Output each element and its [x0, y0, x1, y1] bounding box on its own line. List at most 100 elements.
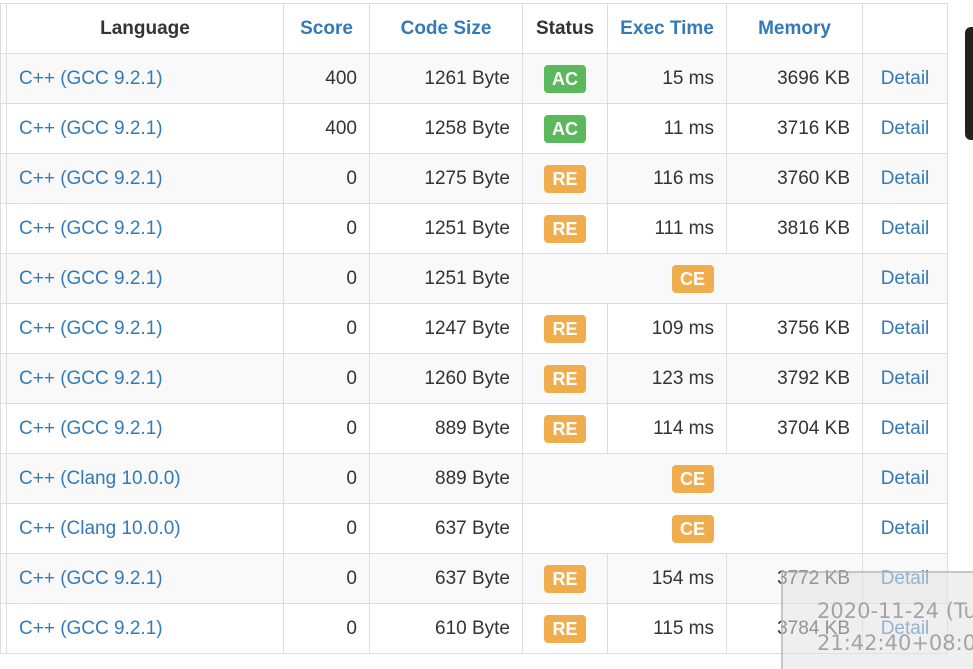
- detail-cell: Detail: [862, 153, 948, 204]
- status-badge: AC: [544, 64, 586, 93]
- header-language: Language: [6, 3, 284, 54]
- exec-time-cell: 116 ms: [607, 153, 727, 204]
- language-cell: C++ (GCC 9.2.1): [6, 253, 284, 304]
- code-size-cell: 1261 Byte: [369, 53, 523, 104]
- exec-time-cell: 15 ms: [607, 53, 727, 104]
- language-cell: C++ (Clang 10.0.0): [6, 453, 284, 504]
- language-cell: C++ (GCC 9.2.1): [6, 203, 284, 254]
- language-cell: C++ (GCC 9.2.1): [6, 553, 284, 604]
- memory-cell: 3756 KB: [726, 303, 863, 354]
- header-detail: [862, 3, 948, 54]
- score-cell: 0: [283, 203, 370, 254]
- side-scroll-widget[interactable]: [965, 27, 973, 140]
- header-exec-time[interactable]: Exec Time: [607, 3, 727, 54]
- overlay-time-text: 21:42:40+08:0: [817, 631, 973, 655]
- score-cell: 0: [283, 353, 370, 404]
- exec-time-cell: 109 ms: [607, 303, 727, 354]
- header-code-size[interactable]: Code Size: [369, 3, 523, 54]
- table-header-row: Language Score Code Size Status Exec Tim…: [0, 3, 948, 54]
- overlay-date-text: 2020-11-24 (Tu: [817, 599, 973, 623]
- detail-cell: Detail: [862, 303, 948, 354]
- status-cell: CE: [522, 453, 863, 504]
- status-badge: CE: [671, 464, 714, 493]
- memory-cell: 3716 KB: [726, 103, 863, 154]
- code-size-cell: 889 Byte: [369, 403, 523, 454]
- language-link[interactable]: C++ (GCC 9.2.1): [19, 168, 163, 189]
- status-badge: RE: [544, 164, 586, 193]
- score-cell: 0: [283, 303, 370, 354]
- language-link[interactable]: C++ (GCC 9.2.1): [19, 368, 163, 389]
- language-cell: C++ (GCC 9.2.1): [6, 603, 284, 654]
- language-link[interactable]: C++ (Clang 10.0.0): [19, 518, 181, 539]
- exec-time-cell: 111 ms: [607, 203, 727, 254]
- language-link[interactable]: C++ (GCC 9.2.1): [19, 268, 163, 289]
- detail-link[interactable]: Detail: [881, 268, 930, 289]
- detail-cell: Detail: [862, 503, 948, 554]
- detail-cell: Detail: [862, 453, 948, 504]
- table-row: C++ (GCC 9.2.1) 0 889 Byte RE 114 ms 3704 KB D…: [0, 403, 948, 454]
- detail-link[interactable]: Detail: [881, 218, 930, 239]
- timestamp-overlay: 2020-11-24 (Tu 21:42:40+08:0: [781, 571, 973, 669]
- code-size-cell: 1251 Byte: [369, 253, 523, 304]
- exec-time-cell: 114 ms: [607, 403, 727, 454]
- detail-link[interactable]: Detail: [881, 318, 930, 339]
- language-cell: C++ (GCC 9.2.1): [6, 403, 284, 454]
- score-cell: 0: [283, 153, 370, 204]
- exec-time-cell: 115 ms: [607, 603, 727, 654]
- status-cell: CE: [522, 253, 863, 304]
- language-link[interactable]: C++ (GCC 9.2.1): [19, 68, 163, 89]
- code-size-cell: 1251 Byte: [369, 203, 523, 254]
- status-cell: RE: [522, 153, 608, 204]
- detail-link[interactable]: Detail: [881, 518, 930, 539]
- table-row: C++ (Clang 10.0.0) 0 637 Byte CE Detail: [0, 503, 948, 554]
- language-link[interactable]: C++ (GCC 9.2.1): [19, 568, 163, 589]
- detail-link[interactable]: Detail: [881, 68, 930, 89]
- language-link[interactable]: C++ (GCC 9.2.1): [19, 618, 163, 639]
- code-size-cell: 610 Byte: [369, 603, 523, 654]
- status-badge: RE: [544, 314, 586, 343]
- score-cell: 0: [283, 403, 370, 454]
- score-cell: 400: [283, 103, 370, 154]
- score-cell: 400: [283, 53, 370, 104]
- header-score[interactable]: Score: [283, 3, 370, 54]
- submissions-page: Language Score Code Size Status Exec Tim…: [0, 0, 973, 669]
- table-row: C++ (GCC 9.2.1) 0 1247 Byte RE 109 ms 3756 KB…: [0, 303, 948, 354]
- score-cell: 0: [283, 503, 370, 554]
- submissions-table-body: C++ (GCC 9.2.1) 400 1261 Byte AC 15 ms 3696 K…: [0, 53, 948, 654]
- detail-cell: Detail: [862, 53, 948, 104]
- language-link[interactable]: C++ (GCC 9.2.1): [19, 318, 163, 339]
- detail-link[interactable]: Detail: [881, 368, 930, 389]
- detail-cell: Detail: [862, 203, 948, 254]
- memory-cell: 3792 KB: [726, 353, 863, 404]
- language-cell: C++ (GCC 9.2.1): [6, 153, 284, 204]
- detail-link[interactable]: Detail: [881, 168, 930, 189]
- code-size-cell: 1275 Byte: [369, 153, 523, 204]
- header-memory[interactable]: Memory: [726, 3, 863, 54]
- language-link[interactable]: C++ (GCC 9.2.1): [19, 418, 163, 439]
- status-badge: RE: [544, 364, 586, 393]
- language-link[interactable]: C++ (GCC 9.2.1): [19, 118, 163, 139]
- status-cell: RE: [522, 303, 608, 354]
- detail-link[interactable]: Detail: [881, 418, 930, 439]
- header-status: Status: [522, 3, 608, 54]
- status-cell: RE: [522, 603, 608, 654]
- language-link[interactable]: C++ (Clang 10.0.0): [19, 468, 181, 489]
- score-cell: 0: [283, 253, 370, 304]
- status-badge: RE: [544, 614, 586, 643]
- detail-link[interactable]: Detail: [881, 118, 930, 139]
- language-cell: C++ (GCC 9.2.1): [6, 103, 284, 154]
- language-link[interactable]: C++ (GCC 9.2.1): [19, 218, 163, 239]
- status-badge: CE: [671, 264, 714, 293]
- code-size-cell: 889 Byte: [369, 453, 523, 504]
- table-row: C++ (GCC 9.2.1) 0 1260 Byte RE 123 ms 3792 KB…: [0, 353, 948, 404]
- status-badge: RE: [544, 414, 586, 443]
- status-badge: CE: [671, 514, 714, 543]
- status-cell: CE: [522, 503, 863, 554]
- code-size-cell: 1247 Byte: [369, 303, 523, 354]
- detail-link[interactable]: Detail: [881, 468, 930, 489]
- status-badge: RE: [544, 564, 586, 593]
- table-row: C++ (Clang 10.0.0) 0 889 Byte CE Detail: [0, 453, 948, 504]
- code-size-cell: 1258 Byte: [369, 103, 523, 154]
- language-cell: C++ (Clang 10.0.0): [6, 503, 284, 554]
- memory-cell: 3704 KB: [726, 403, 863, 454]
